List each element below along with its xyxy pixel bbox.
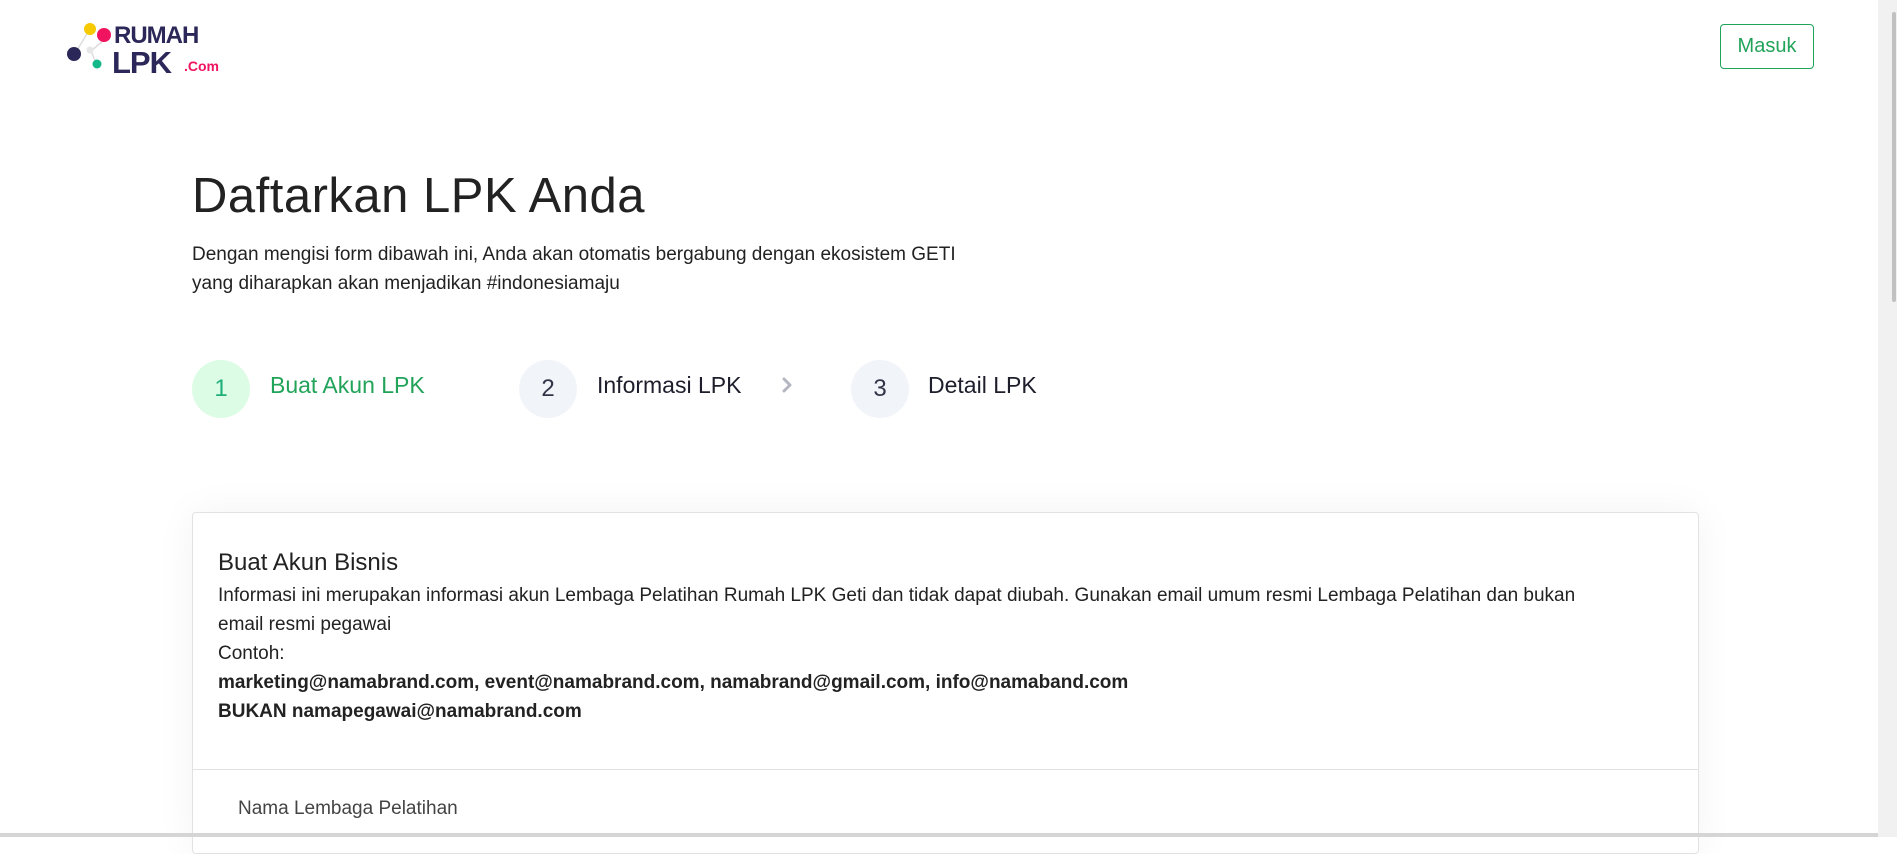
login-button[interactable]: Masuk bbox=[1720, 24, 1814, 69]
step-3-label[interactable]: Detail LPK bbox=[928, 372, 1037, 399]
horizontal-scrollbar[interactable] bbox=[0, 833, 1878, 837]
card-title: Buat Akun Bisnis bbox=[218, 549, 399, 576]
chevron-right-icon bbox=[782, 377, 792, 393]
step-2-number[interactable]: 2 bbox=[519, 360, 577, 418]
page-subtitle: Dengan mengisi form dibawah ini, Anda ak… bbox=[192, 240, 1172, 298]
business-account-card: Buat Akun Bisnis Informasi ini merupakan… bbox=[192, 512, 1699, 854]
card-header: Buat Akun Bisnis Informasi ini merupakan… bbox=[193, 513, 1698, 770]
not-example: BUKAN namapegawai@namabrand.com bbox=[218, 701, 582, 722]
subtitle-line: Dengan mengisi form dibawah ini, Anda ak… bbox=[192, 244, 956, 265]
step-1-number[interactable]: 1 bbox=[192, 360, 250, 418]
logo-suffix: .Com bbox=[184, 58, 219, 74]
step-3-number[interactable]: 3 bbox=[851, 360, 909, 418]
step-1-label[interactable]: Buat Akun LPK bbox=[270, 372, 425, 399]
institution-name-label: Nama Lembaga Pelatihan bbox=[238, 798, 458, 819]
step-2-label[interactable]: Informasi LPK bbox=[597, 372, 741, 399]
rumah-lpk-logo[interactable]: RUMAH LPK .Com bbox=[66, 18, 266, 80]
logo-text-bottom: LPK bbox=[112, 45, 172, 80]
page-title: Daftarkan LPK Anda bbox=[192, 169, 646, 223]
subtitle-line: yang diharapkan akan menjadikan #indones… bbox=[192, 273, 620, 294]
vertical-scrollbar-thumb[interactable] bbox=[1892, 12, 1896, 302]
card-description: Informasi ini merupakan informasi akun L… bbox=[218, 585, 1576, 635]
example-emails: marketing@namabrand.com, event@namabrand… bbox=[218, 672, 1129, 693]
example-label: Contoh: bbox=[218, 643, 285, 664]
